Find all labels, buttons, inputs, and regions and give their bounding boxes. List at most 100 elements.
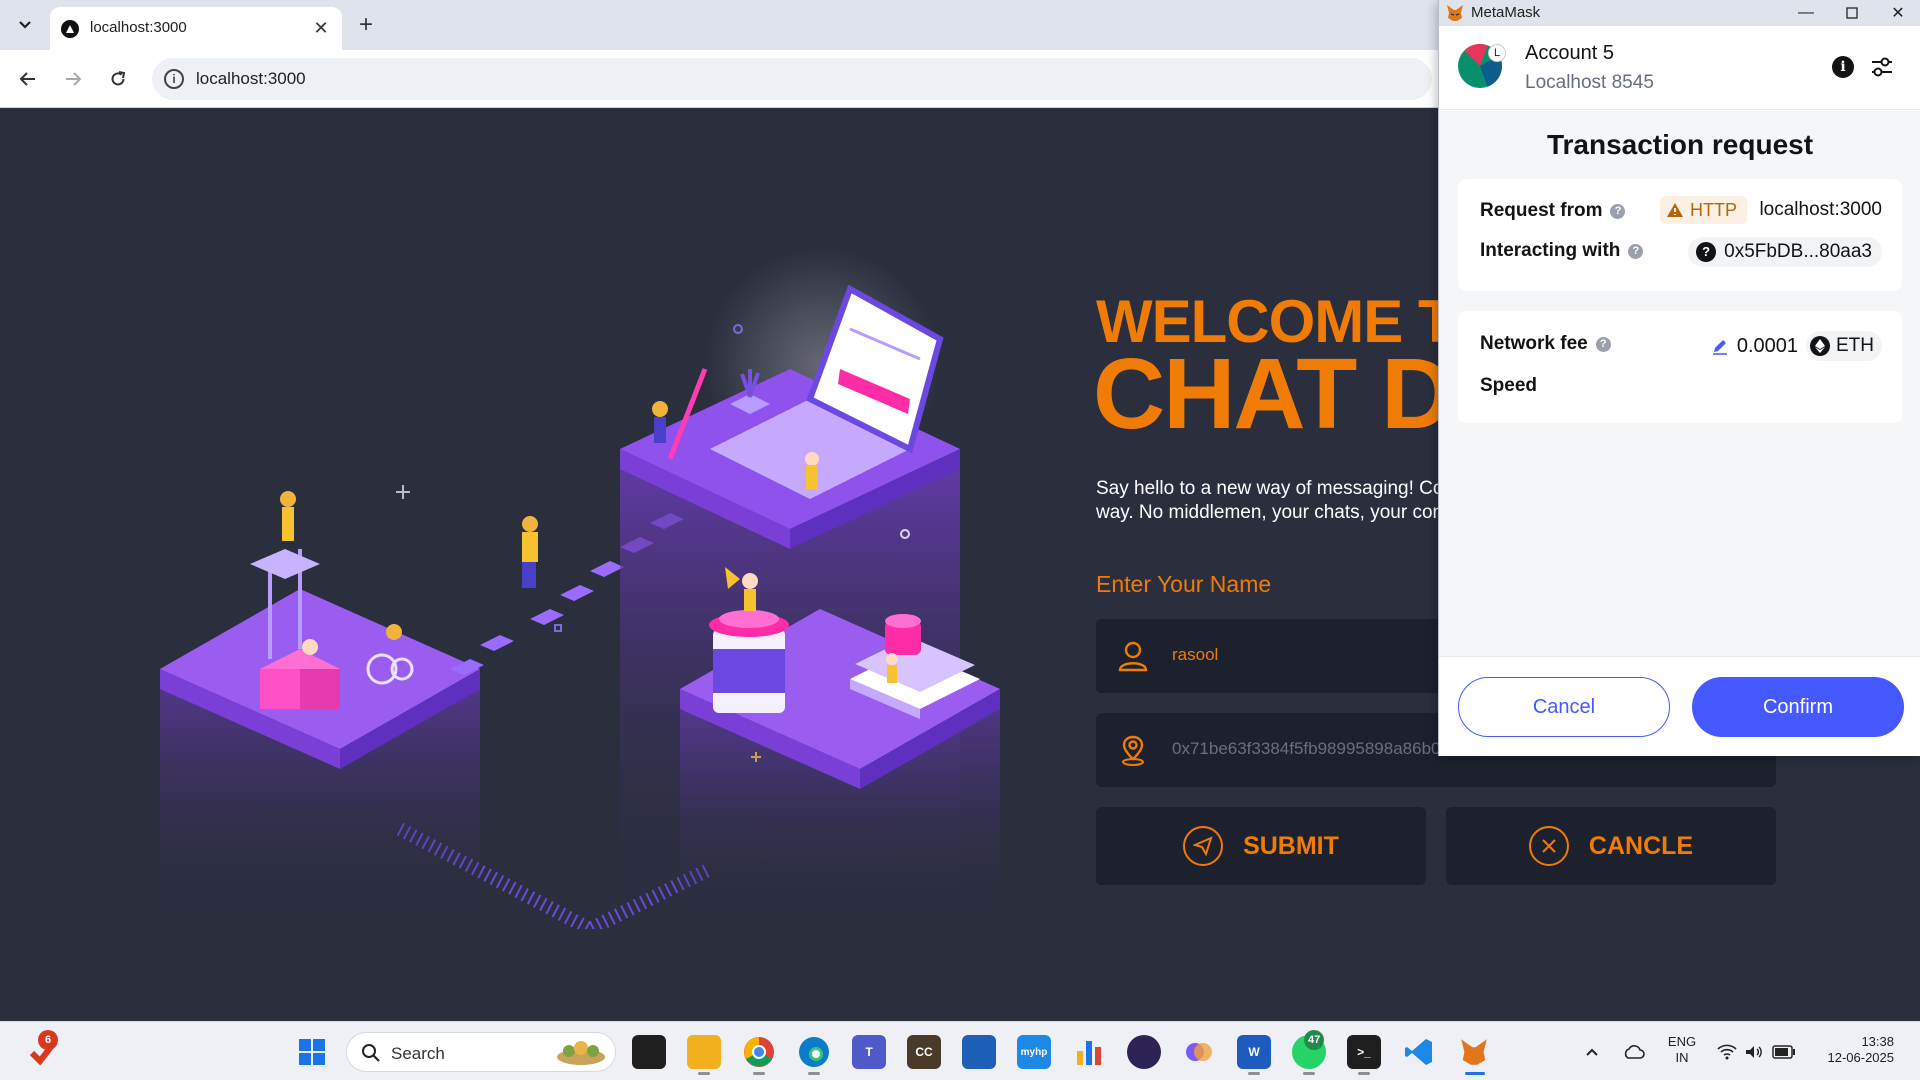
metamask-active-indicator xyxy=(1465,1072,1485,1075)
clock-date: 12-06-2025 xyxy=(1827,1050,1895,1065)
word-icon[interactable]: W xyxy=(1237,1035,1271,1069)
cancel-page-button-label: CANCLE xyxy=(1588,831,1694,860)
name-field-label: Enter Your Name xyxy=(1096,571,1272,597)
teams-icon[interactable]: T xyxy=(852,1035,886,1069)
triangle-favicon-icon xyxy=(61,20,79,38)
submit-button-label: SUBMIT xyxy=(1243,831,1339,860)
fee-currency: ETH xyxy=(1836,335,1874,356)
chevron-down-icon xyxy=(19,21,31,29)
request-from-label: Request from xyxy=(1480,200,1603,221)
metamask-fox-icon xyxy=(1447,5,1463,21)
windows-start-icon[interactable] xyxy=(295,1035,329,1069)
clock[interactable]: 13:38 12-06-2025 xyxy=(1808,1034,1895,1066)
edge-running-indicator xyxy=(808,1072,820,1075)
network-name: Localhost 8545 xyxy=(1525,72,1654,93)
metamask-popup: MetaMask — ✕ L Account 5 Localhost 8545 … xyxy=(1438,0,1920,756)
address-bar-url[interactable]: localhost:3000 xyxy=(196,69,306,89)
fee-amount: 0.0001 xyxy=(1736,334,1798,357)
contract-address-pill[interactable]: ? 0x5FbDB...80aa3 xyxy=(1688,237,1882,267)
maximize-icon[interactable] xyxy=(1829,0,1875,26)
request-details-card: Request from? HTTP localhost:3000 Intera… xyxy=(1458,179,1902,291)
copilot-icon[interactable] xyxy=(1182,1035,1216,1069)
request-origin: localhost:3000 xyxy=(1759,199,1882,220)
metamask-window-title: MetaMask xyxy=(1471,4,1541,21)
confirm-transaction-button[interactable]: Confirm xyxy=(1692,677,1904,737)
network-badge: L xyxy=(1488,44,1506,62)
search-icon xyxy=(362,1044,380,1062)
help-icon[interactable]: ? xyxy=(1628,244,1644,259)
language-line1: ENG xyxy=(1667,1034,1697,1049)
help-icon[interactable]: ? xyxy=(1610,204,1626,219)
hp-app-icon[interactable]: myhp xyxy=(1017,1035,1051,1069)
metamask-account-header: L Account 5 Localhost 8545 i xyxy=(1439,26,1920,110)
tab-title: localhost:3000 xyxy=(90,19,187,36)
cancel-page-button[interactable]: CANCLE xyxy=(1446,807,1776,885)
sliders-icon[interactable] xyxy=(1869,54,1895,80)
onedrive-cloud-icon[interactable] xyxy=(1620,1035,1648,1069)
interacting-with-label: Interacting with xyxy=(1480,240,1621,261)
contract-address: 0x5FbDB...80aa3 xyxy=(1724,241,1872,262)
isometric-illustration xyxy=(160,249,1000,929)
network-fee-row: Network fee? xyxy=(1480,333,1611,355)
user-icon xyxy=(1118,641,1148,672)
transaction-heading: Transaction request xyxy=(1546,129,1814,160)
terminal-icon[interactable]: >_ xyxy=(1347,1035,1381,1069)
close-tab-icon[interactable]: ✕ xyxy=(310,17,332,39)
chevron-up-icon[interactable] xyxy=(1580,1035,1604,1069)
food-bowl-icon xyxy=(557,1041,605,1065)
tab-search-button[interactable] xyxy=(9,10,41,40)
network-fee-label: Network fee xyxy=(1480,333,1588,354)
speed-label: Speed xyxy=(1480,375,1538,396)
new-tab-button[interactable]: + xyxy=(352,11,380,39)
volume-icon[interactable] xyxy=(1742,1035,1766,1069)
address-bar[interactable]: i localhost:3000 xyxy=(152,58,1432,100)
chrome-icon[interactable] xyxy=(742,1035,776,1069)
chart-app-icon[interactable] xyxy=(1072,1035,1106,1069)
forward-arrow-icon[interactable] xyxy=(58,64,88,94)
ethereum-icon xyxy=(1810,336,1830,356)
browser-tab[interactable]: localhost:3000 ✕ xyxy=(50,7,342,50)
edit-pencil-icon[interactable] xyxy=(1711,337,1729,355)
language-indicator[interactable]: ENG IN xyxy=(1665,1034,1699,1066)
send-icon xyxy=(1183,826,1224,866)
location-pin-icon xyxy=(1122,735,1144,766)
http-warning-badge: HTTP xyxy=(1660,196,1747,224)
file-explorer-icon[interactable] xyxy=(687,1035,721,1069)
metamask-taskbar-icon[interactable] xyxy=(1457,1035,1491,1069)
cancel-transaction-button[interactable]: Cancel xyxy=(1458,677,1670,737)
battery-icon[interactable] xyxy=(1770,1035,1798,1069)
reload-icon[interactable] xyxy=(103,64,133,94)
http-badge-label: HTTP xyxy=(1690,199,1737,220)
edge-icon[interactable] xyxy=(797,1035,831,1069)
help-icon[interactable]: ? xyxy=(1595,337,1611,352)
metamask-body: Transaction request Request from? HTTP l… xyxy=(1439,111,1920,656)
notification-badge: 6 xyxy=(38,1030,58,1050)
back-arrow-icon[interactable] xyxy=(13,64,43,94)
calculator-app-icon[interactable]: CC xyxy=(907,1035,941,1069)
unknown-contract-icon: ? xyxy=(1696,242,1717,262)
windows-taskbar: 6 Search T CC myhp W 47 >_ ENG IN 13:38 … xyxy=(0,1021,1920,1080)
metamask-footer: Cancel Confirm xyxy=(1439,656,1920,756)
taskbar-search[interactable]: Search xyxy=(346,1032,616,1072)
wifi-icon[interactable] xyxy=(1715,1035,1739,1069)
submit-button[interactable]: SUBMIT xyxy=(1096,807,1426,885)
terminal-running-indicator xyxy=(1358,1072,1370,1075)
clock-time: 13:38 xyxy=(1861,1034,1894,1049)
info-icon[interactable]: i xyxy=(1832,56,1854,78)
store-icon[interactable] xyxy=(962,1035,996,1069)
fee-value-area: 0.0001 ETH xyxy=(1711,331,1882,361)
chrome-running-indicator xyxy=(753,1072,765,1075)
fee-card: Network fee? 0.0001 ETH Speed xyxy=(1458,311,1902,423)
minimize-icon[interactable]: — xyxy=(1783,0,1829,26)
vscode-icon[interactable] xyxy=(1402,1035,1436,1069)
explorer-running-indicator xyxy=(698,1072,710,1075)
language-line2: IN xyxy=(1675,1050,1689,1065)
task-view-icon[interactable] xyxy=(632,1035,666,1069)
whatsapp-running-indicator xyxy=(1303,1072,1315,1075)
search-placeholder: Search xyxy=(391,1044,445,1063)
eclipse-icon[interactable] xyxy=(1127,1035,1161,1069)
info-icon[interactable]: i xyxy=(164,69,184,89)
close-window-icon[interactable]: ✕ xyxy=(1875,0,1920,26)
close-circle-icon xyxy=(1528,826,1569,866)
warning-icon xyxy=(1667,203,1683,217)
